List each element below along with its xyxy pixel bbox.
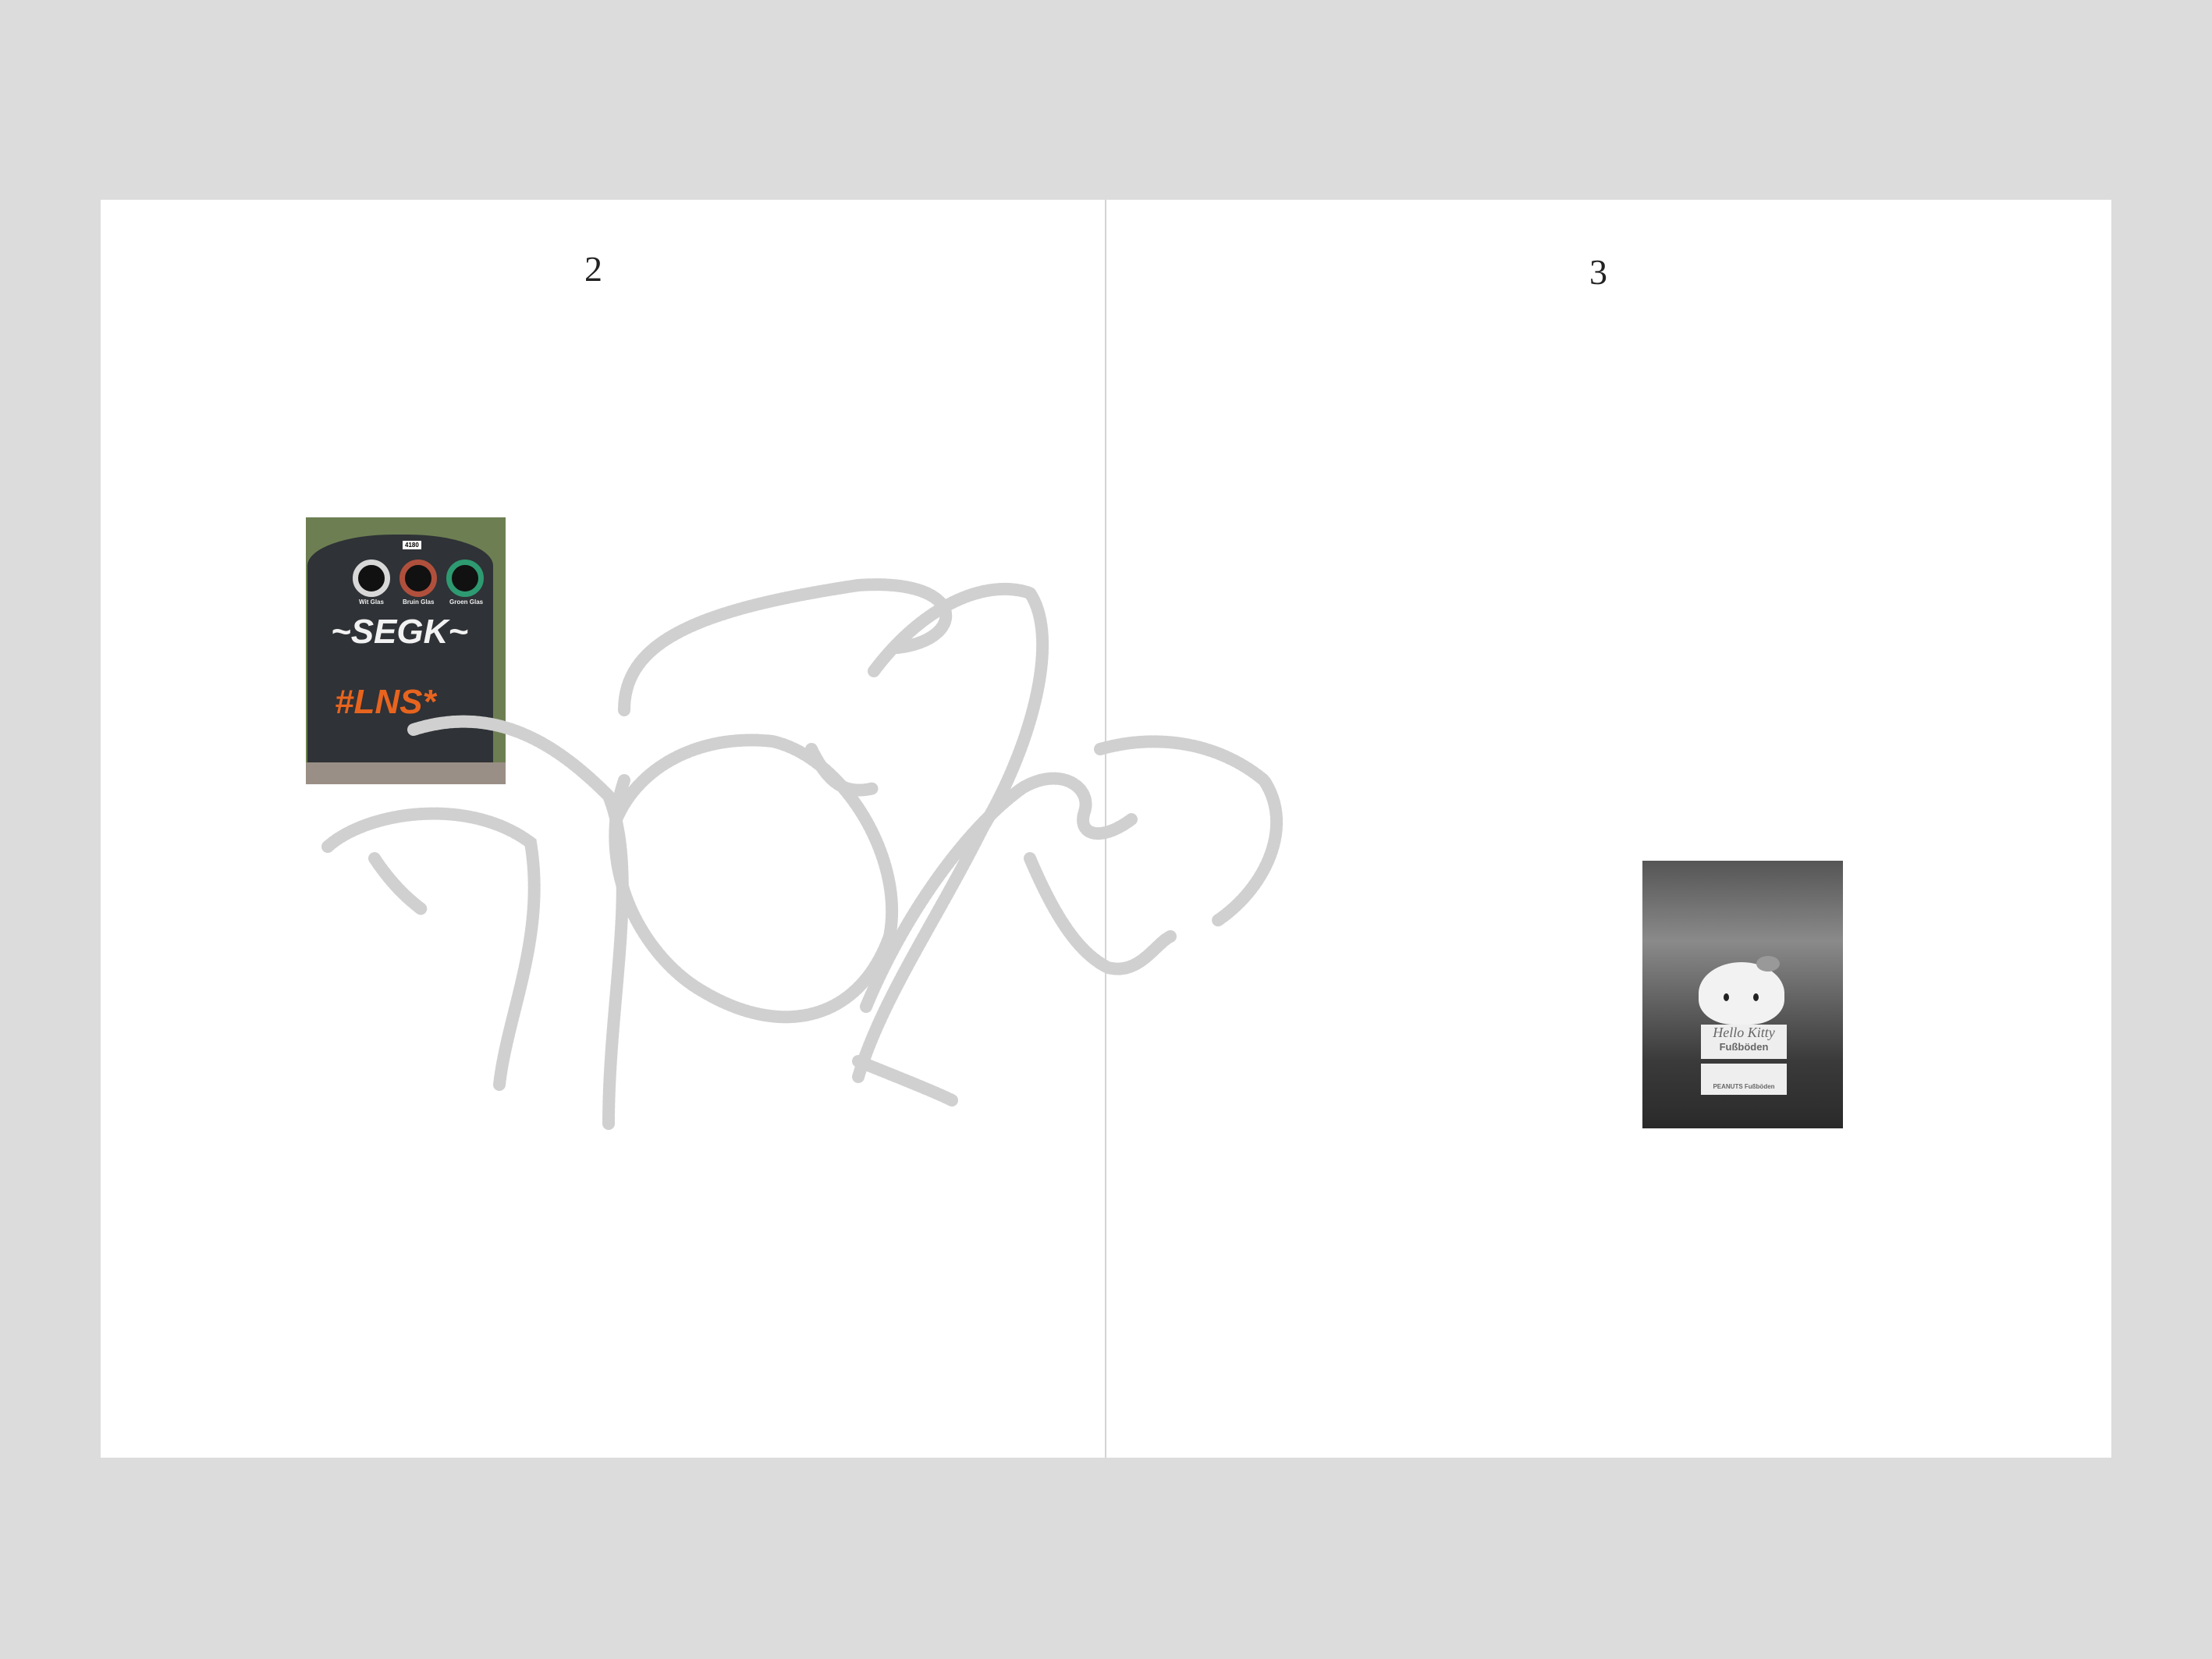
bin-counter: 4180 — [403, 541, 421, 549]
label-bruin-glas: Bruin Glas — [403, 599, 435, 606]
sign-subtitle: Fußböden — [1719, 1041, 1769, 1053]
graffiti-white: ~SEGK~ — [331, 613, 469, 651]
bruin-glas-hole — [399, 560, 437, 597]
label-wit-glas: Wit Glas — [359, 599, 384, 606]
page-number-right: 3 — [1589, 252, 1607, 292]
page-number-left: 2 — [584, 249, 602, 289]
photo-hello-kitty-sign[interactable]: Hello Kitty Fußböden PEANUTS Fußböden — [1642, 861, 1843, 1128]
hello-kitty-face — [1699, 956, 1784, 1025]
wit-glas-hole — [353, 560, 390, 597]
book-spread: 2 3 4180 Wit Glas Bruin Glas Groen Glas … — [101, 200, 2111, 1458]
hello-kitty-sign: Hello Kitty Fußböden — [1701, 1025, 1787, 1059]
gutter-divider — [1105, 200, 1106, 1458]
graffiti-orange: #LNS* — [335, 683, 436, 721]
peanuts-sign: PEANUTS Fußböden — [1701, 1064, 1787, 1095]
sign-title: Hello Kitty — [1713, 1025, 1775, 1040]
photo-glass-recycling-bin[interactable]: 4180 Wit Glas Bruin Glas Groen Glas ~SEG… — [306, 517, 506, 784]
label-groen-glas: Groen Glas — [449, 599, 484, 606]
groen-glas-hole — [446, 560, 484, 597]
recycling-bin: 4180 Wit Glas Bruin Glas Groen Glas ~SEG… — [307, 535, 493, 769]
ground — [306, 762, 506, 784]
